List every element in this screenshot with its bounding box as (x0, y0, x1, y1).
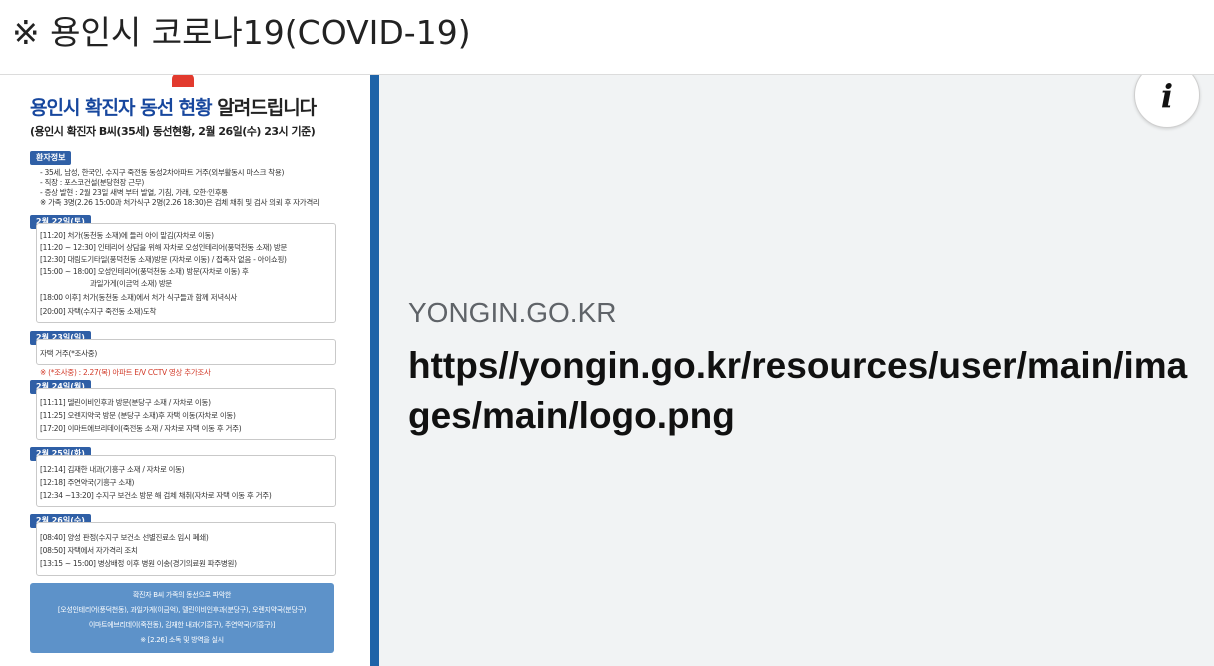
poster-line: 자택 거주(*조사중) (40, 349, 97, 358)
poster-accent-bar (370, 75, 379, 666)
poster-line: [11:11] 델린이비인후과 방문(분당구 소재 / 자차로 이동) (40, 398, 211, 407)
poster-line: [08:50] 자택에서 자가격리 조치 (40, 546, 138, 555)
notice-line: 확진자 B씨 가족의 동선으로 파악한 (132, 591, 232, 599)
poster-line: [11:20 ~ 12:30] 인테리어 상담을 위해 자차로 오성인테리어(풍… (40, 243, 288, 252)
poster-line: [20:00] 자택(수지구 죽전동 소재)도착 (40, 307, 157, 316)
poster-line: [15:00 ~ 18:00] 오성인테리어(풍덕천동 소재) 방문(자차로 이… (40, 267, 249, 276)
notice-box: 확진자 B씨 가족의 동선으로 파악한 [오성인테리어(풍덕천동), 과일가게(… (30, 583, 334, 653)
page-title: ※ 용인시 코로나19(COVID-19) (12, 13, 471, 52)
siren-icon (172, 75, 194, 87)
poster-line: [13:15 ~ 15:00] 병상배정 이후 병원 이송(경기의료원 파주병원… (40, 559, 237, 568)
poster-title: 용인시 확진자 동선 현황 알려드립니다 (30, 93, 317, 120)
poster-note: ※ (*조사중) : 2.27(목) 아파트 E/V CCTV 영상 추가조사 (40, 368, 211, 377)
poster-line: [12:14] 김재한 내과(기흥구 소재 / 자차로 이동) (40, 465, 185, 474)
poster-line: [11:20] 처가(동천동 소재)에 들러 아이 맡김(자차로 이동) (40, 231, 214, 240)
poster-line: [12:34 ~13:20] 수지구 보건소 방문 해 검체 채취(자차로 자택… (40, 491, 272, 500)
poster-line: [08:40] 양성 판정(수지구 보건소 선별진료소 임시 폐쇄) (40, 533, 209, 542)
info-icon[interactable]: i (1134, 75, 1200, 128)
poster-line: 과일가게(이금억 소재) 방문 (90, 279, 173, 288)
poster-title-suffix: 알려드립니다 (217, 97, 317, 119)
section-head-patient: 환자정보 (30, 151, 72, 165)
poster-line: [12:18] 주연약국(기흥구 소재) (40, 478, 135, 487)
poster-line: [12:30] 대림도기타일(풍덕천동 소재)방문 (자차로 이동) / 접촉자… (40, 255, 287, 264)
poster-line: [11:25] 오렌지약국 방문 (분당구 소재)후 자택 이동(자차로 이동) (40, 411, 236, 420)
link-domain: YONGIN.GO.KR (408, 297, 617, 328)
link-preview-card[interactable]: 용인시 확진자 동선 현황 알려드립니다 (용인시 확진자 B씨(35세) 동선… (0, 74, 1214, 666)
notice-line: ※ [2.26] 소독 및 방역을 실시 (140, 636, 224, 644)
link-url[interactable]: https//yongin.go.kr/resources/user/main/… (408, 341, 1198, 441)
poster-line: ※ 가족 3명(2.26 15:00과 처가식구 2명(2.26 18:30)은… (40, 198, 320, 207)
poster-thumbnail[interactable]: 용인시 확진자 동선 현황 알려드립니다 (용인시 확진자 B씨(35세) 동선… (0, 75, 370, 666)
notice-line: [오성인테리어(풍덕천동), 과일가게(이금억), 델린이비인후과(분당구), … (57, 606, 307, 614)
poster-title-main: 용인시 확진자 동선 현황 (30, 97, 213, 119)
poster-subtitle: (용인시 확진자 B씨(35세) 동선현황, 2월 26일(수) 23시 기준) (30, 125, 316, 138)
header: ※ 용인시 코로나19(COVID-19) (0, 0, 1214, 74)
notice-line: 이마트에브리데이(죽전동), 김재한 내과(기흥구), 주연약국(기흥구)] (88, 621, 276, 629)
poster-line: [18:00 이후] 처가(동천동 소재)에서 처가 식구들과 함께 저녁식사 (40, 293, 238, 302)
page: ※ 용인시 코로나19(COVID-19) 용인시 확진자 동선 현황 알려드립… (0, 0, 1214, 666)
poster-line: [17:20] 이마트에브리데이(죽전동 소재 / 자차로 자택 이동 후 거주… (40, 424, 242, 433)
